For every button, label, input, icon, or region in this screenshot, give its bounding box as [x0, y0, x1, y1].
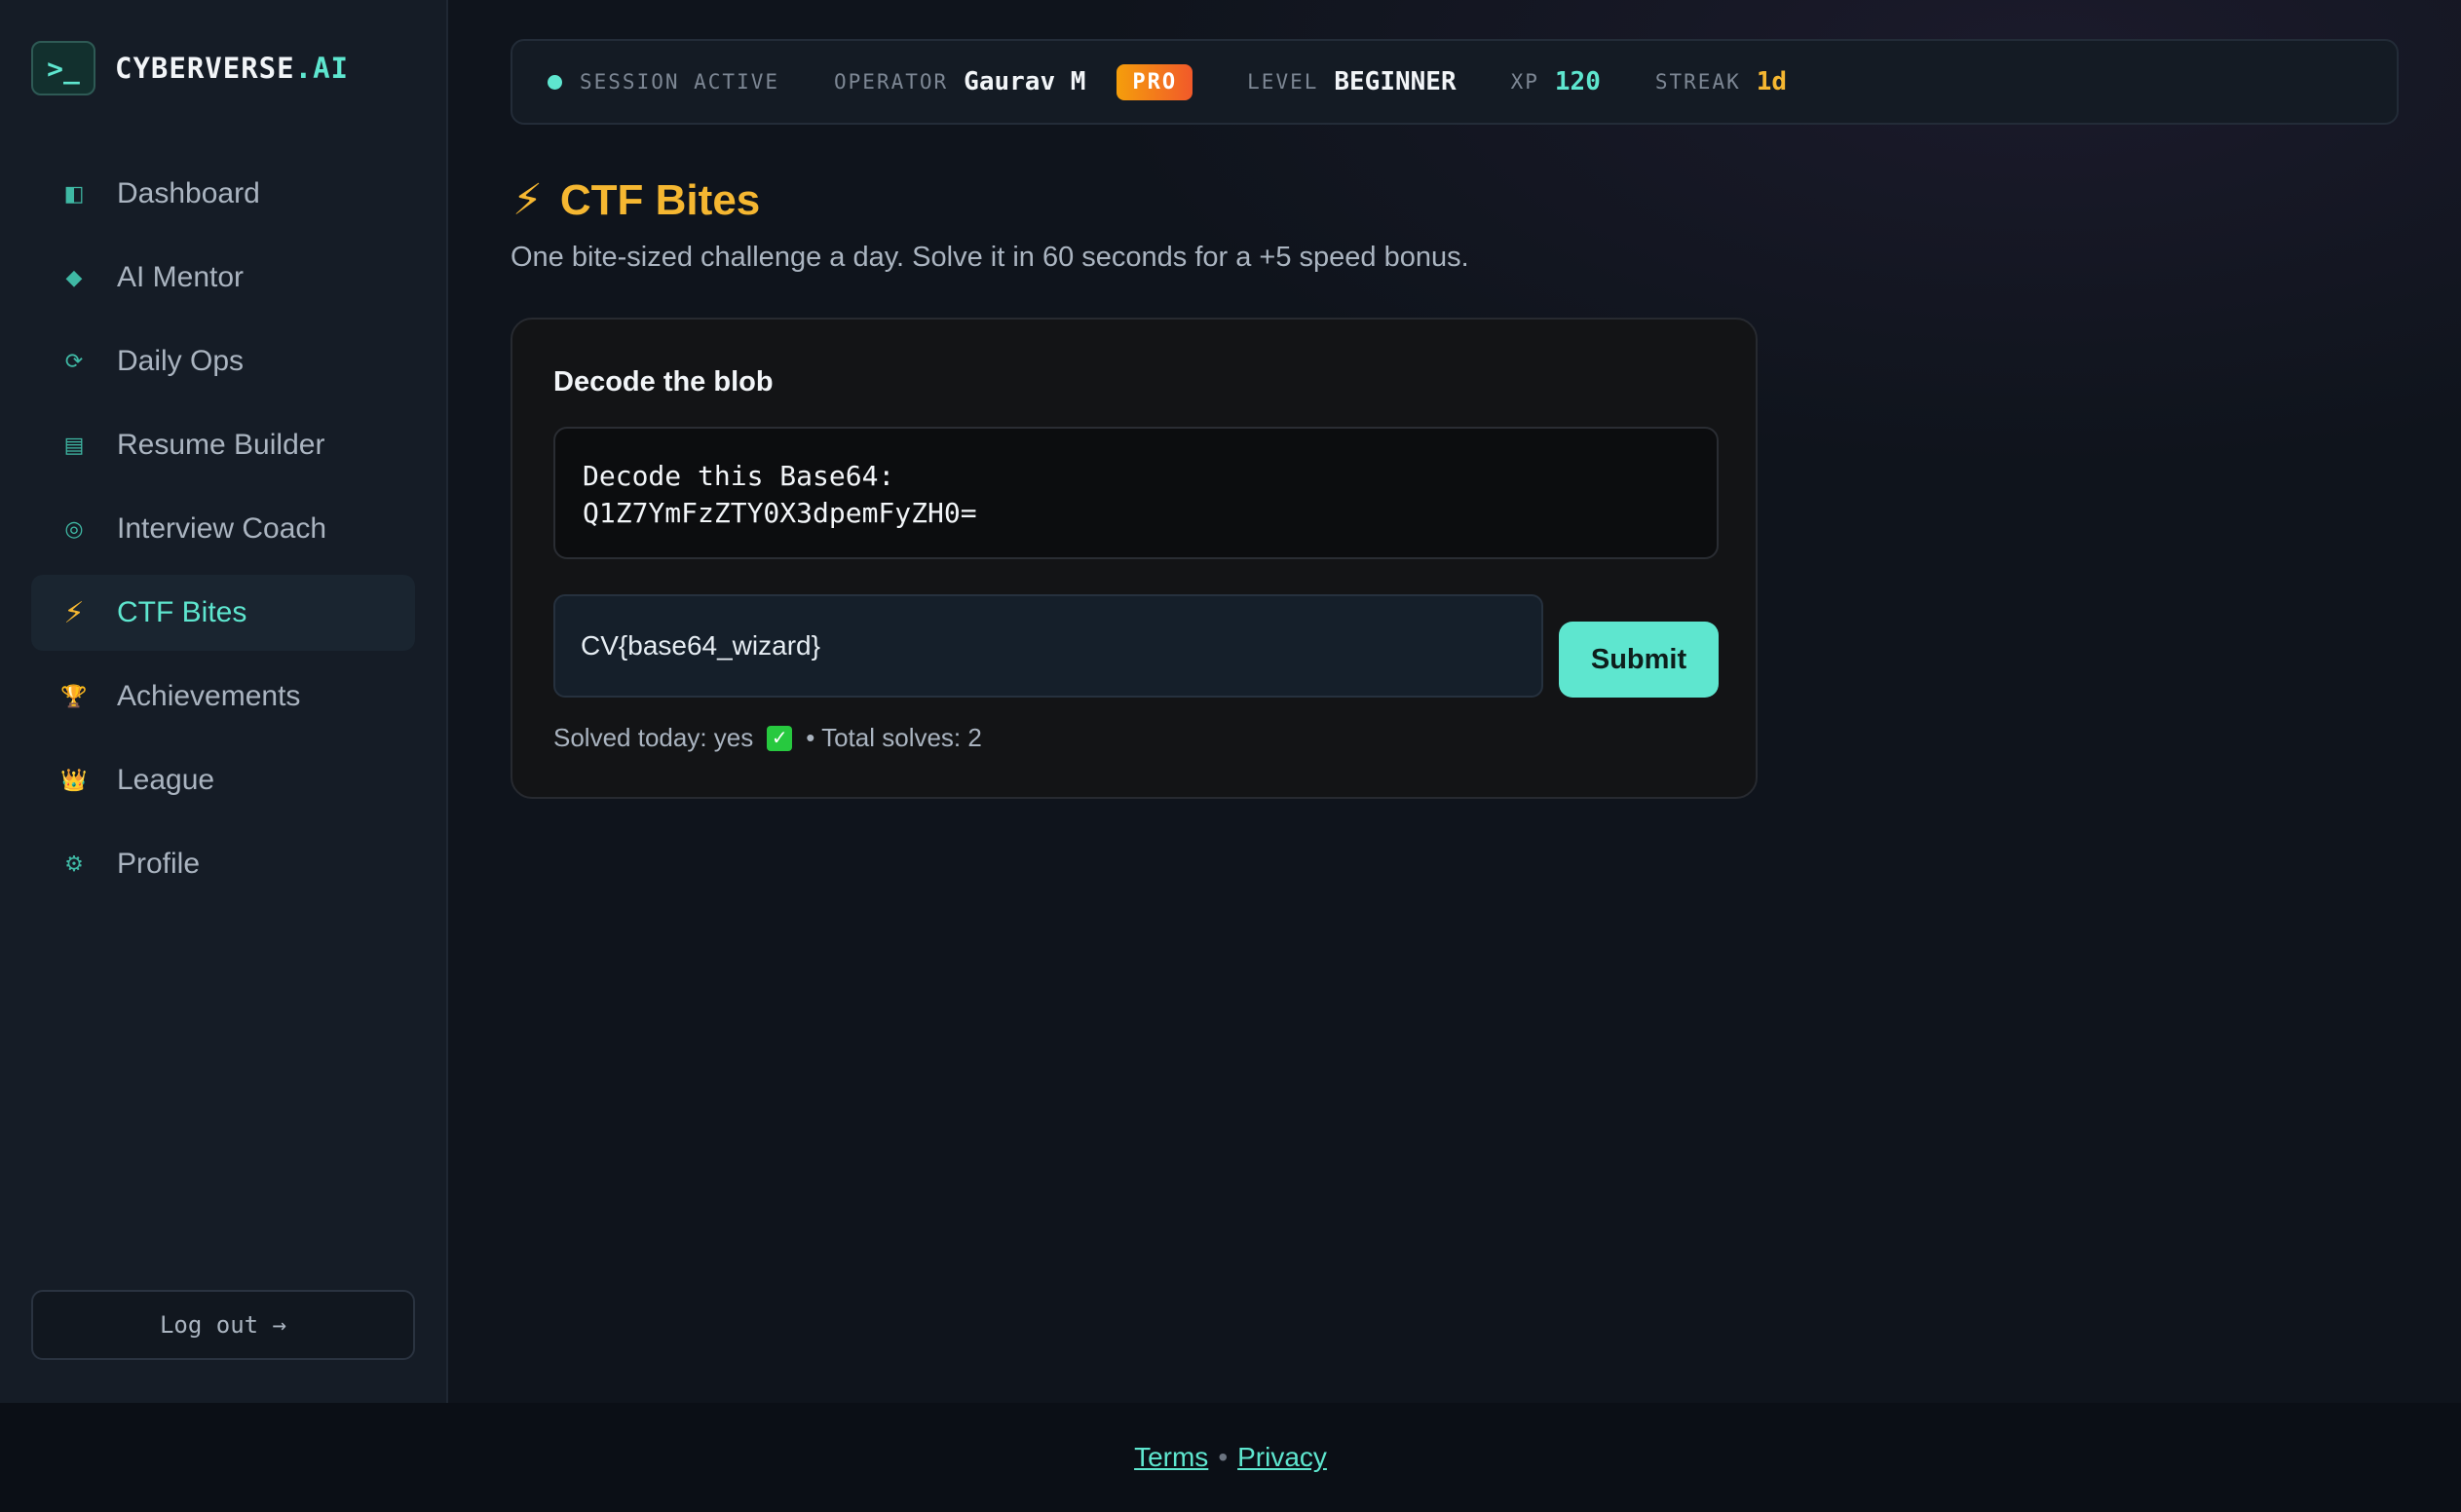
sidebar-item-label: CTF Bites [117, 596, 247, 628]
level-label: LEVEL [1247, 70, 1319, 94]
sidebar-item-resume-builder[interactable]: ▤ Resume Builder [31, 407, 415, 483]
app-shell: >_ CYBERVERSE.AI ◧ Dashboard ◆ AI Mentor… [0, 0, 2461, 1403]
challenge-title: Decode the blob [553, 366, 774, 397]
operator-label: OPERATOR [834, 70, 949, 94]
document-icon: ▤ [63, 433, 85, 457]
brand-name-accent: .AI [294, 52, 349, 85]
brand-name-main: CYBERVERSE [115, 52, 295, 85]
terminal-logo-icon: >_ [31, 41, 95, 95]
page-subtitle: One bite-sized challenge a day. Solve it… [511, 242, 1469, 273]
streak-label: STREAK [1654, 70, 1741, 94]
solved-today-text: Solved today: yes [553, 723, 754, 752]
target-icon: ◎ [64, 516, 84, 541]
dashboard-icon: ◧ [63, 181, 85, 206]
sidebar: >_ CYBERVERSE.AI ◧ Dashboard ◆ AI Mentor… [0, 0, 448, 1403]
challenge-prompt-payload: Q1Z7YmFzZTY0X3dpemFyZH0= [583, 497, 977, 529]
brand[interactable]: >_ CYBERVERSE.AI [31, 41, 349, 95]
footer-separator: • [1218, 1442, 1229, 1472]
sidebar-item-label: Daily Ops [117, 345, 245, 377]
diamond-icon: ◆ [65, 265, 83, 289]
page-title-text: CTF Bites [559, 175, 761, 224]
sidebar-item-ctf-bites[interactable]: ⚡ CTF Bites [31, 575, 415, 651]
gear-icon: ⚙ [64, 851, 84, 876]
session-active-dot-icon [548, 74, 562, 90]
sidebar-item-profile[interactable]: ⚙ Profile [31, 826, 415, 902]
status-bar: SESSION ACTIVE OPERATOR Gaurav M PRO LEV… [511, 39, 2399, 125]
sidebar-item-label: Achievements [117, 680, 301, 712]
privacy-link[interactable]: Privacy [1237, 1442, 1327, 1473]
bolt-icon: ⚡ [512, 176, 543, 224]
brand-name: CYBERVERSE.AI [115, 52, 349, 85]
sidebar-item-label: Resume Builder [117, 429, 325, 461]
sidebar-item-league[interactable]: 👑 League [31, 742, 415, 818]
total-solves-text: • Total solves: 2 [806, 723, 982, 752]
challenge-prompt: Decode this Base64: Q1Z7YmFzZTY0X3dpemFy… [553, 427, 1719, 559]
sidebar-nav: ◧ Dashboard ◆ AI Mentor ⟳ Daily Ops ▤ Re… [31, 156, 415, 910]
page-title: ⚡ CTF Bites [512, 175, 760, 225]
sidebar-item-label: League [117, 764, 215, 796]
submit-button[interactable]: Submit [1559, 622, 1719, 698]
sidebar-item-label: Profile [117, 848, 201, 880]
level-value: BEGINNER [1334, 67, 1457, 96]
sidebar-item-label: AI Mentor [117, 261, 245, 293]
trophy-icon: 🏆 [60, 684, 88, 708]
xp-value: 120 [1554, 67, 1601, 96]
sidebar-item-ai-mentor[interactable]: ◆ AI Mentor [31, 240, 415, 316]
plan-badge: PRO [1117, 63, 1193, 100]
crown-icon: 👑 [60, 768, 88, 792]
logout-button[interactable]: Log out → [31, 1290, 415, 1360]
footer: Terms • Privacy [0, 1403, 2461, 1512]
sidebar-item-achievements[interactable]: 🏆 Achievements [31, 659, 415, 735]
terms-link[interactable]: Terms [1134, 1442, 1208, 1473]
sidebar-item-interview-coach[interactable]: ◎ Interview Coach [31, 491, 415, 567]
xp-label: XP [1510, 70, 1539, 94]
solve-status: Solved today: yes ✓ • Total solves: 2 [553, 723, 982, 753]
challenge-prompt-line: Decode this Base64: [583, 460, 895, 492]
bolt-icon: ⚡ [63, 596, 85, 629]
sidebar-item-label: Dashboard [117, 177, 260, 209]
checkmark-icon: ✓ [767, 725, 793, 751]
refresh-icon: ⟳ [64, 349, 84, 373]
streak-value: 1d [1756, 67, 1788, 96]
challenge-card: Decode the blob Decode this Base64: Q1Z7… [511, 318, 1758, 799]
flag-answer-input[interactable] [553, 594, 1543, 698]
sidebar-item-dashboard[interactable]: ◧ Dashboard [31, 156, 415, 232]
operator-name: Gaurav M [964, 67, 1086, 96]
sidebar-item-label: Interview Coach [117, 512, 327, 545]
session-status-label: SESSION ACTIVE [580, 70, 780, 94]
sidebar-item-daily-ops[interactable]: ⟳ Daily Ops [31, 323, 415, 399]
